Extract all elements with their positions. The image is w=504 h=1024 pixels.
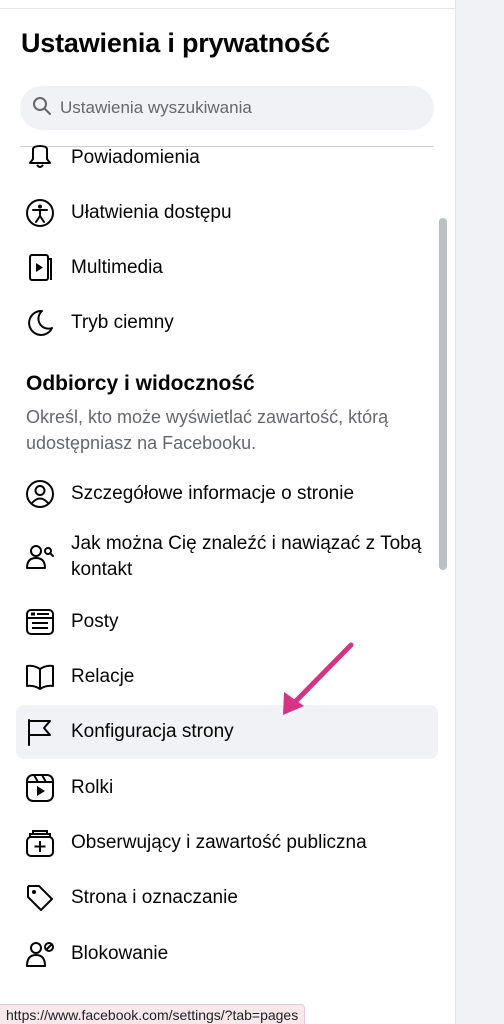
menu-item-label: Tryb ciemny xyxy=(71,312,174,333)
menu-item-find-contact[interactable]: Jak można Cię znaleźć i nawiązać z Tobą … xyxy=(16,526,438,588)
menu-item-notifications[interactable]: Powiadomienia xyxy=(16,131,438,185)
menu-item-label: Rolki xyxy=(71,777,114,798)
search-icon xyxy=(32,96,60,121)
section-description: Określ, kto może wyświetlać zawartość, k… xyxy=(26,407,389,453)
menu-item-page-info[interactable]: Szczegółowe informacje o stronie xyxy=(16,467,438,521)
menu-item-label: Relacje xyxy=(71,666,135,687)
book-icon xyxy=(24,661,56,693)
menu-item-tagging[interactable]: Strona i oznaczanie xyxy=(16,871,438,925)
menu-item-label: Multimedia xyxy=(71,257,163,278)
media-icon xyxy=(24,252,56,284)
menu-item-dark-mode[interactable]: Tryb ciemny xyxy=(16,296,438,350)
person-search-icon xyxy=(24,541,56,573)
menu-item-reels[interactable]: Rolki xyxy=(16,761,438,815)
menu-item-accessibility[interactable]: Ułatwienia dostępu xyxy=(16,186,438,240)
profile-circle-icon xyxy=(24,478,56,510)
tag-icon xyxy=(24,882,56,914)
scrollbar-thumb[interactable] xyxy=(439,218,447,570)
post-icon xyxy=(24,606,56,638)
menu-item-label: Powiadomienia xyxy=(71,147,200,168)
flag-icon xyxy=(24,716,56,748)
menu-item-label: Blokowanie xyxy=(71,943,169,964)
reels-icon xyxy=(24,772,56,804)
menu-item-followers[interactable]: Obserwujący i zawartość publiczna xyxy=(16,816,438,870)
menu-item-label: Obserwujący i zawartość publiczna xyxy=(71,832,367,853)
menu-item-blocking[interactable]: Blokowanie xyxy=(16,927,438,981)
menu-item-label: Jak można Cię znaleźć i nawiązać z Tobą … xyxy=(71,533,422,580)
menu-item-label: Posty xyxy=(71,611,119,632)
menu-item-stories[interactable]: Relacje xyxy=(16,650,438,704)
section-title: Odbiorcy i widoczność xyxy=(26,372,255,395)
menu-item-label: Szczegółowe informacje o stronie xyxy=(71,483,355,504)
top-edge xyxy=(0,0,455,9)
status-bar-url: https://www.facebook.com/settings/?tab=p… xyxy=(0,1004,306,1024)
menu-item-label: Ułatwienia dostępu xyxy=(71,202,232,223)
menu-item-label: Strona i oznaczanie xyxy=(71,887,238,908)
menu-item-posts[interactable]: Posty xyxy=(16,595,438,649)
menu-item-page-setup[interactable]: Konfiguracja strony xyxy=(16,705,438,759)
block-user-icon xyxy=(24,938,56,970)
menu-item-media[interactable]: Multimedia xyxy=(16,241,438,295)
menu-item-label: Konfiguracja strony xyxy=(71,721,234,742)
search-placeholder: Ustawienia wyszukiwania xyxy=(60,98,252,117)
bell-icon xyxy=(24,142,56,174)
content-pane-edge xyxy=(455,0,504,1024)
followers-add-icon xyxy=(24,827,56,859)
accessibility-icon xyxy=(24,197,56,229)
moon-icon xyxy=(24,307,56,339)
page-title: Ustawienia i prywatność xyxy=(21,28,330,58)
search-input[interactable]: Ustawienia wyszukiwania xyxy=(20,86,434,130)
